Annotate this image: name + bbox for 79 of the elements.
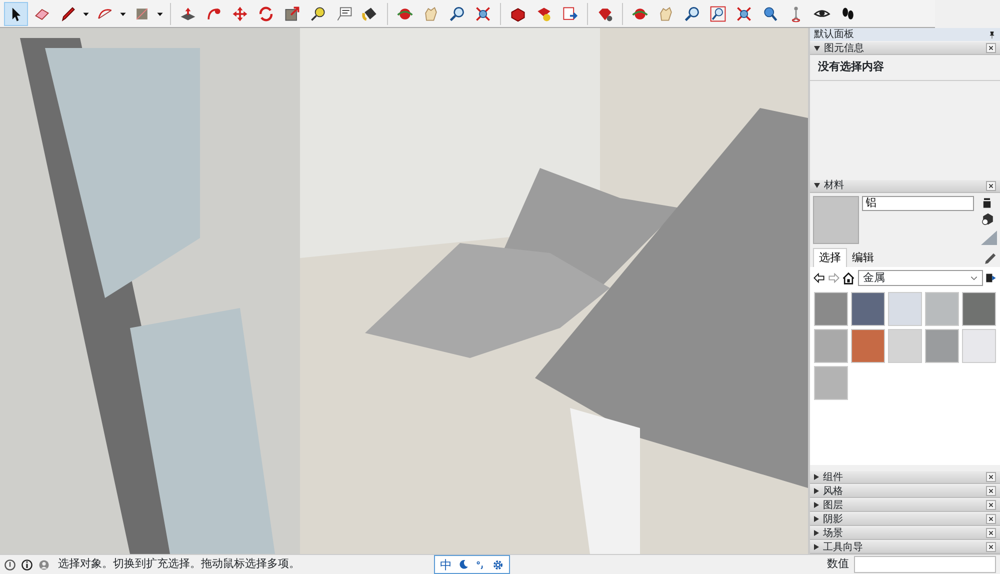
close-icon	[988, 182, 994, 189]
panel-header[interactable]: 场景	[810, 527, 1000, 540]
close-button[interactable]	[986, 43, 996, 53]
panel-header[interactable]: 组件	[810, 471, 1000, 484]
material-swatch[interactable]	[888, 328, 922, 363]
ime-mode[interactable]: 中	[440, 556, 452, 574]
material-swatch[interactable]	[814, 366, 848, 400]
material-swatch[interactable]	[962, 328, 996, 363]
material-swatch[interactable]	[925, 328, 959, 363]
magnifier-icon	[683, 4, 701, 22]
close-icon	[988, 488, 994, 494]
material-swatch[interactable]	[851, 328, 885, 363]
panel-title: 风格	[823, 484, 843, 498]
info-icon[interactable]	[21, 558, 33, 570]
material-preview-swatch	[812, 196, 859, 244]
zoom-window-icon	[709, 4, 727, 22]
material-swatch[interactable]	[814, 292, 848, 326]
magnifier-icon	[448, 4, 466, 22]
pencil-icon	[59, 4, 77, 22]
panel-header[interactable]: 材料	[810, 180, 1000, 193]
text-label-icon	[335, 4, 353, 22]
material-swatch[interactable]	[814, 328, 848, 363]
four-arrows-icon	[231, 4, 249, 22]
rotate-arrows-icon	[257, 4, 275, 22]
zoom-extents-icon	[735, 4, 753, 22]
close-button[interactable]	[986, 542, 996, 552]
box-plus-icon[interactable]	[981, 212, 996, 226]
panel-title: 材料	[824, 178, 844, 194]
zoom-extents-icon	[474, 4, 492, 22]
material-name-field[interactable]: 铝	[862, 196, 974, 211]
panel-header[interactable]: 图层	[810, 499, 1000, 512]
library-dropdown[interactable]: 金属	[858, 270, 982, 286]
close-icon	[988, 530, 994, 536]
close-button[interactable]	[986, 500, 996, 510]
gear-icon[interactable]	[492, 558, 504, 570]
panel-title: 组件	[823, 470, 843, 484]
close-icon	[988, 44, 994, 51]
panel-header[interactable]: 风格	[810, 485, 1000, 498]
material-swatch[interactable]	[888, 292, 922, 326]
panel-title: 阴影	[823, 512, 843, 526]
arrow-pointer-tool[interactable]	[4, 2, 28, 26]
panel-tab[interactable]: 编辑	[846, 248, 879, 268]
user-icon[interactable]	[38, 558, 50, 570]
back-arrow-icon[interactable]	[812, 272, 825, 284]
chevron-down-icon	[970, 274, 978, 282]
close-icon	[988, 502, 994, 508]
tray-title: 默认面板	[814, 28, 854, 42]
scale-box-icon	[283, 4, 301, 22]
close-button[interactable]	[986, 486, 996, 496]
material-swatch[interactable]	[925, 292, 959, 326]
measurement-field[interactable]	[854, 556, 996, 573]
panel-title: 图元信息	[824, 42, 864, 56]
window-arrow-icon	[561, 4, 579, 22]
close-icon	[988, 474, 994, 480]
no-selection-message: 没有选择内容	[810, 55, 1000, 80]
close-button[interactable]	[986, 180, 996, 191]
panel-header[interactable]: 工具向导	[810, 541, 1000, 554]
material-swatch[interactable]	[851, 292, 885, 326]
panel-header[interactable]: 阴影	[810, 513, 1000, 526]
material-swatch[interactable]	[962, 292, 996, 326]
library-name: 金属	[863, 270, 885, 286]
panel-title: 工具向导	[823, 540, 863, 554]
panel-title: 场景	[823, 526, 843, 540]
tape-measure-icon	[309, 4, 327, 22]
measurement-label: 数值	[827, 557, 849, 572]
panel-tab[interactable]: 选择	[812, 248, 847, 268]
close-icon	[988, 544, 994, 550]
close-icon	[988, 516, 994, 522]
close-button[interactable]	[986, 514, 996, 524]
moon-icon[interactable]	[458, 559, 469, 570]
magnifier-pointer-icon	[761, 4, 779, 22]
pin-icon[interactable]	[988, 30, 996, 40]
close-button[interactable]	[986, 528, 996, 538]
close-button[interactable]	[986, 472, 996, 482]
panel-title: 图层	[823, 498, 843, 512]
home-icon[interactable]	[842, 272, 856, 285]
panel-header[interactable]: 图元信息	[810, 42, 1000, 55]
details-arrow-icon[interactable]	[985, 272, 998, 284]
status-message: 选择对象。切换到扩充选择。拖动鼠标选择多项。	[58, 556, 300, 572]
